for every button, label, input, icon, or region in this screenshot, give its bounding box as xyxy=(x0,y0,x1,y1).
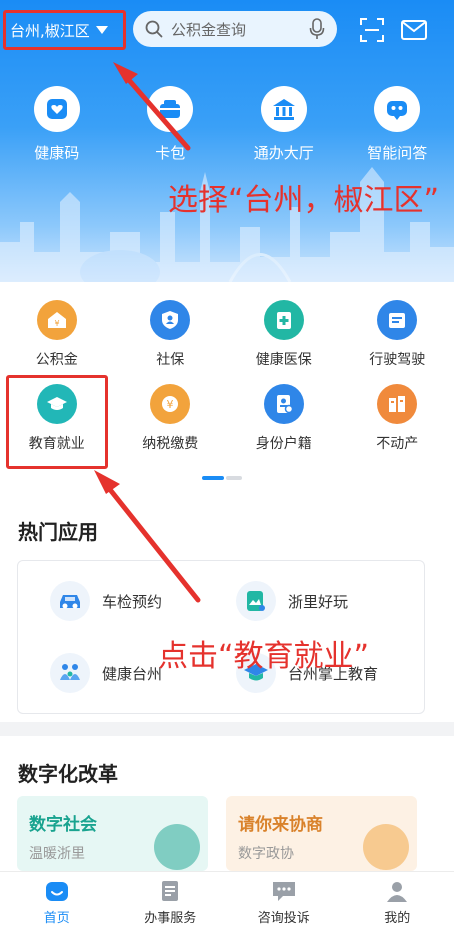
annotation-select-city: 选择“台州，椒江区” xyxy=(168,183,440,218)
house-fund-icon: ¥ xyxy=(36,300,77,340)
tab-home[interactable]: 首页 xyxy=(0,872,114,930)
robot-icon xyxy=(374,86,421,132)
card-consultation[interactable]: 请你来协商 数字政协 xyxy=(226,796,417,871)
service-label: 公积金 xyxy=(35,352,78,368)
heart-shield-icon xyxy=(33,86,80,132)
service-medical-insurance[interactable]: 健康医保 xyxy=(227,300,341,369)
family-icon xyxy=(50,653,90,693)
tab-consult[interactable]: 咨询投诉 xyxy=(227,872,341,930)
shortcut-label: 健康码 xyxy=(34,144,80,162)
bottom-tab-bar: 首页 办事服务 咨询投诉 我的 xyxy=(0,871,454,930)
service-driving[interactable]: 行驶驾驶 xyxy=(341,300,454,369)
shortcut-card-bag[interactable]: 卡包 xyxy=(114,86,228,163)
shortcut-government-hall[interactable]: 通办大厅 xyxy=(227,86,341,163)
medical-insurance-icon xyxy=(263,300,304,340)
service-label: 身份户籍 xyxy=(255,436,312,452)
annotation-box-city xyxy=(3,10,126,50)
real-estate-icon xyxy=(377,384,418,424)
app-healthy-taizhou[interactable]: 健康台州 xyxy=(50,653,162,693)
app-label: 车检预约 xyxy=(102,592,163,611)
mail-icon[interactable] xyxy=(400,16,428,44)
service-real-estate[interactable]: 不动产 xyxy=(341,384,454,453)
id-card-icon xyxy=(263,384,304,424)
hero-shortcuts: 健康码 卡包 通办大厅 智能问答 xyxy=(0,86,454,163)
hot-apps-title: 热门应用 xyxy=(18,520,98,544)
tax-payment-icon: ¥ xyxy=(150,384,191,424)
shortcut-label: 智能问答 xyxy=(367,144,428,162)
tab-services[interactable]: 办事服务 xyxy=(114,872,228,930)
service-label: 行驶驾驶 xyxy=(369,352,426,368)
search-placeholder: 公积金查询 xyxy=(171,20,247,39)
people-icon xyxy=(363,824,409,870)
app-zheli-fun[interactable]: 浙里好玩 xyxy=(236,581,348,621)
service-label: 纳税缴费 xyxy=(142,436,199,452)
digital-reform-section: 数字化改革 数字社会 温暖浙里 请你来协商 数字政协 xyxy=(0,736,454,871)
driving-license-icon xyxy=(377,300,418,340)
svg-text:¥: ¥ xyxy=(167,398,174,411)
user-icon xyxy=(387,882,408,902)
reform-title: 数字化改革 xyxy=(18,762,118,786)
tab-label: 我的 xyxy=(384,911,411,926)
social-security-icon xyxy=(150,300,191,340)
service-tax-payment[interactable]: ¥ 纳税缴费 xyxy=(114,384,228,453)
service-label: 不动产 xyxy=(376,436,419,452)
car-icon xyxy=(50,581,90,621)
chat-bubble-icon xyxy=(272,882,295,901)
shortcut-label: 通办大厅 xyxy=(253,144,314,162)
app-label: 浙里好玩 xyxy=(288,592,349,611)
service-identity[interactable]: 身份户籍 xyxy=(227,384,341,453)
service-row-1: ¥ 公积金 社保 健康医保 行驶驾驶 xyxy=(0,300,454,369)
card-bag-icon xyxy=(147,86,194,132)
tab-label: 办事服务 xyxy=(144,911,197,926)
service-label: 健康医保 xyxy=(255,352,312,368)
tab-label: 咨询投诉 xyxy=(257,911,310,926)
annotation-click-education: 点击“教育就业” xyxy=(158,639,370,674)
card-digital-society[interactable]: 数字社会 温暖浙里 xyxy=(17,796,208,871)
service-label: 社保 xyxy=(156,352,185,368)
svg-text:¥: ¥ xyxy=(54,319,59,328)
microphone-icon[interactable] xyxy=(309,18,325,40)
network-icon xyxy=(154,824,200,870)
shortcut-health-code[interactable]: 健康码 xyxy=(0,86,114,163)
annotation-box-education xyxy=(6,375,108,469)
search-icon xyxy=(145,20,163,38)
tab-mine[interactable]: 我的 xyxy=(341,872,454,930)
page-indicator xyxy=(202,476,242,480)
search-bar[interactable]: 公积金查询 xyxy=(133,11,337,47)
service-housing-fund[interactable]: ¥ 公积金 xyxy=(0,300,114,369)
tab-label: 首页 xyxy=(43,911,70,926)
landscape-icon xyxy=(236,581,276,621)
service-social-security[interactable]: 社保 xyxy=(114,300,228,369)
home-icon xyxy=(45,882,68,901)
scan-icon[interactable] xyxy=(358,16,386,44)
app-car-inspection[interactable]: 车检预约 xyxy=(50,581,162,621)
app-label: 健康台州 xyxy=(102,664,163,683)
government-hall-icon xyxy=(260,86,307,132)
shortcut-smart-qa[interactable]: 智能问答 xyxy=(341,86,454,163)
shortcut-label: 卡包 xyxy=(155,144,186,162)
service-list-icon xyxy=(162,881,179,901)
